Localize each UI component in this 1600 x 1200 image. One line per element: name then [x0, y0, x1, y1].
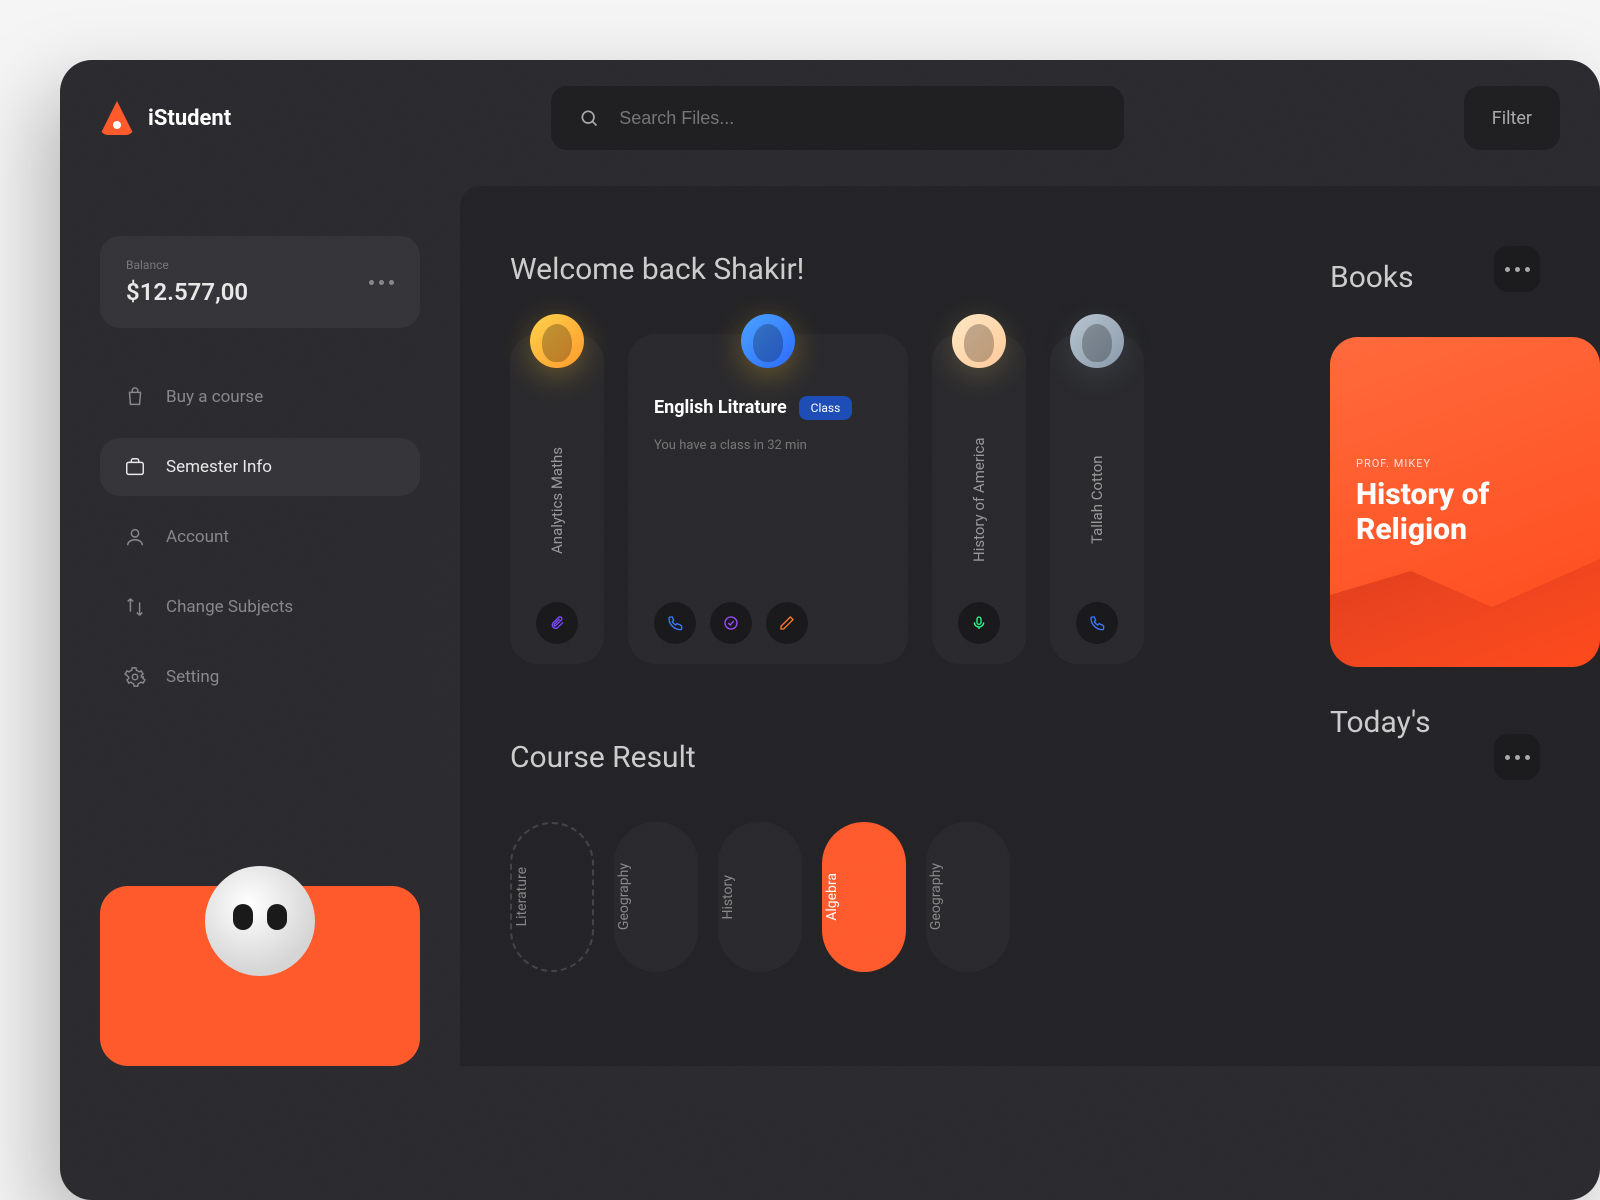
topbar: iStudent Filter	[60, 60, 1600, 176]
result-pill[interactable]: Literature	[510, 822, 594, 972]
result-pill[interactable]: Geography	[614, 822, 698, 972]
sidebar-item-account[interactable]: Account	[100, 508, 420, 566]
avatar	[1070, 314, 1124, 368]
phone-icon	[1089, 615, 1105, 631]
book-author: PROF. MIKEY	[1356, 457, 1600, 470]
sidebar-item-buy-course[interactable]: Buy a course	[100, 368, 420, 426]
attachment-button[interactable]	[536, 602, 578, 644]
more-icon	[1505, 755, 1530, 760]
sidebar-item-setting[interactable]: Setting	[100, 648, 420, 706]
search-bar[interactable]	[551, 86, 1124, 150]
course-title: History of America	[968, 398, 991, 602]
result-row: Literature Geography History Algebra Geo…	[510, 822, 1600, 972]
robot-avatar	[205, 866, 315, 976]
search-icon	[579, 108, 599, 128]
check-button[interactable]	[710, 602, 752, 644]
call-button[interactable]	[654, 602, 696, 644]
bag-icon	[124, 386, 146, 408]
nav-label: Setting	[166, 667, 219, 687]
briefcase-icon	[124, 456, 146, 478]
right-column: Books PROF. MIKEY History of Religion	[1320, 260, 1600, 667]
check-circle-icon	[723, 615, 739, 631]
balance-label: Balance	[126, 258, 248, 272]
nav: Buy a course Semester Info Account Chang…	[100, 368, 420, 706]
course-title: Analytics Maths	[546, 398, 569, 602]
promo-card[interactable]	[100, 886, 420, 1066]
swap-icon	[124, 596, 146, 618]
books-heading: Books	[1320, 260, 1600, 295]
search-input[interactable]	[619, 108, 1096, 129]
avatar	[952, 314, 1006, 368]
course-result-section: Course Result Literature Geography Histo…	[510, 734, 1600, 972]
logo[interactable]: iStudent	[100, 101, 231, 135]
course-result-title: Course Result	[510, 740, 696, 775]
balance-value: $12.577,00	[126, 278, 248, 306]
course-result-more-button[interactable]	[1494, 734, 1540, 780]
result-pill[interactable]: Geography	[926, 822, 1010, 972]
course-subtitle: You have a class in 32 min	[654, 438, 807, 453]
course-card-history-america[interactable]: History of America	[932, 334, 1026, 664]
nav-label: Semester Info	[166, 457, 272, 477]
edit-button[interactable]	[766, 602, 808, 644]
nav-label: Change Subjects	[166, 597, 293, 617]
book-card[interactable]: PROF. MIKEY History of Religion	[1330, 337, 1600, 667]
pencil-icon	[779, 615, 795, 631]
course-title: Tallah Cotton	[1086, 398, 1109, 602]
mic-icon	[971, 615, 987, 631]
course-result-header: Course Result	[510, 734, 1600, 780]
more-icon[interactable]	[369, 280, 394, 285]
balance-card[interactable]: Balance $12.577,00	[100, 236, 420, 328]
today-heading: Today's	[1320, 705, 1600, 740]
welcome-title: Welcome back Shakir!	[510, 252, 804, 287]
nav-label: Account	[166, 527, 229, 547]
course-card-english-literature[interactable]: English Litrature Class You have a class…	[628, 334, 908, 664]
user-icon	[124, 526, 146, 548]
course-card-analytics-maths[interactable]: Analytics Maths	[510, 334, 604, 664]
book-title: History of Religion	[1356, 478, 1600, 547]
nav-label: Buy a course	[166, 387, 263, 407]
attachment-icon	[549, 615, 565, 631]
result-pill[interactable]: History	[718, 822, 802, 972]
avatar	[741, 314, 795, 368]
logo-icon	[100, 101, 134, 135]
sidebar-item-change-subjects[interactable]: Change Subjects	[100, 578, 420, 636]
logo-text: iStudent	[148, 106, 231, 131]
course-title: English Litrature	[654, 396, 787, 419]
gear-icon	[124, 666, 146, 688]
result-pill-active[interactable]: Algebra	[822, 822, 906, 972]
class-badge: Class	[799, 396, 853, 420]
call-button[interactable]	[1076, 602, 1118, 644]
course-card-tallah-cotton[interactable]: Tallah Cotton	[1050, 334, 1144, 664]
app-window: iStudent Filter Balance $12.577,00	[60, 60, 1600, 1200]
sidebar-item-semester-info[interactable]: Semester Info	[100, 438, 420, 496]
phone-icon	[667, 615, 683, 631]
mic-button[interactable]	[958, 602, 1000, 644]
avatar	[530, 314, 584, 368]
filter-button[interactable]: Filter	[1464, 86, 1560, 150]
sidebar: Balance $12.577,00 Buy a course Semester…	[60, 176, 460, 1066]
